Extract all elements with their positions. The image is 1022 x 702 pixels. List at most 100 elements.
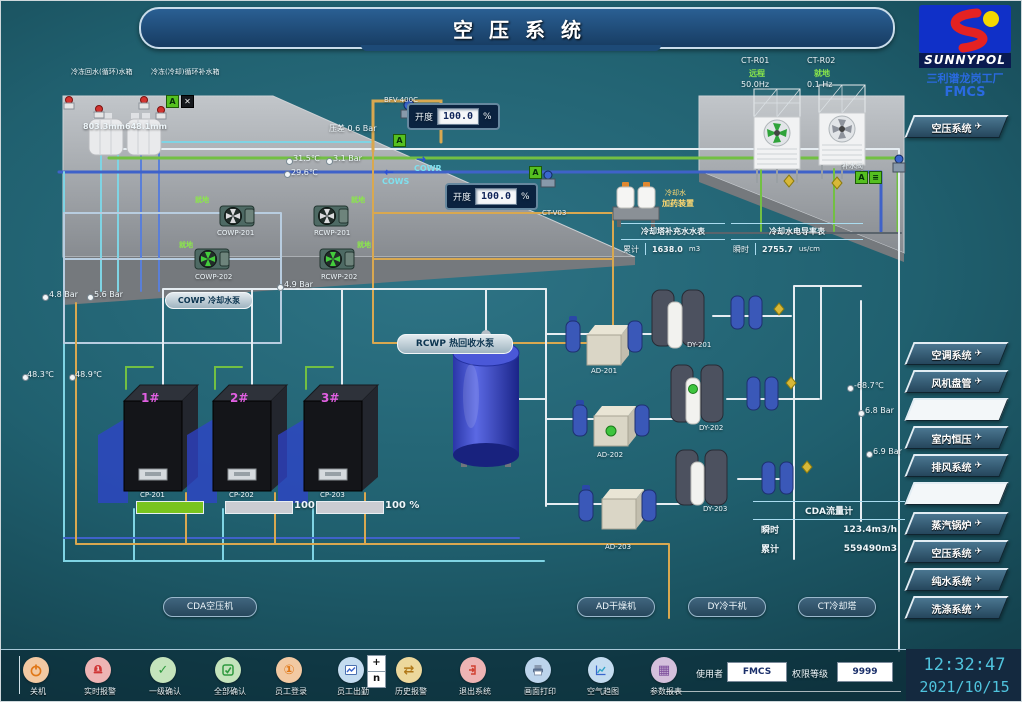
sidebar-item-air-compression[interactable]: 空压系统✈	[904, 540, 1008, 563]
nav-button-ad-dryer[interactable]: AD干燥机	[577, 597, 655, 617]
nav-button-ct-tower[interactable]: CT冷却塔	[798, 597, 876, 617]
pump-rcwp-202[interactable]	[320, 249, 354, 269]
compressor-tag: CP-202	[229, 491, 254, 499]
realtime-alarm-button[interactable]: 1	[85, 657, 111, 683]
history-alarm-button[interactable]: ⇄	[396, 657, 422, 683]
sidebar-item-washing[interactable]: 洗涤系统✈	[904, 596, 1008, 619]
pump-tag: COWP-202	[195, 273, 232, 281]
dy-dryer-2[interactable]	[671, 365, 723, 424]
toolbar-label: 全部确认	[198, 686, 262, 697]
final-filters-3[interactable]	[762, 461, 812, 494]
final-filters-2[interactable]	[747, 377, 796, 410]
display-value: 100.0	[437, 108, 479, 125]
ad-dryer-2[interactable]	[594, 406, 636, 446]
clock-panel: 12:32:47 2021/10/15	[906, 649, 1022, 702]
display-label: 开度	[415, 110, 433, 123]
pump-mode: 就地	[179, 240, 193, 250]
pump-mode: 就地	[351, 195, 365, 205]
page-title: 空压系统	[437, 14, 597, 43]
trend-button[interactable]	[588, 657, 614, 683]
company-logo	[919, 5, 1011, 53]
auto-mode-badge[interactable]: A	[166, 95, 179, 108]
first-confirm-button[interactable]: ✓	[150, 657, 176, 683]
shutdown-button[interactable]	[23, 657, 49, 683]
login-button[interactable]: ①	[276, 657, 302, 683]
meter-row-label: 累计	[623, 244, 639, 255]
ct-valve-tag: CT-V03	[542, 209, 566, 217]
nav-button-dy-dryer[interactable]: DY冷干机	[688, 597, 766, 617]
tank-level-2: 648.1mm	[125, 122, 167, 131]
user-input[interactable]: FMCS	[727, 662, 787, 682]
tower-frequency: 0.1 Hz	[807, 80, 832, 89]
toolbar-label: 员工登录	[259, 686, 323, 697]
final-filters-1[interactable]	[731, 296, 784, 329]
pump-group-plate-rcwp[interactable]: RCWP 热回收水泵	[397, 334, 513, 354]
sensor-reading: 4.8 Bar	[49, 290, 78, 299]
meter-row-label: 瞬时	[761, 523, 779, 536]
pump-cowp-201[interactable]	[220, 206, 254, 226]
pump-cowp-202[interactable]	[195, 249, 229, 269]
pipe-label-cowr: COWR	[414, 164, 442, 173]
prefilter-3[interactable]	[579, 485, 593, 521]
sidebar-item-boiler[interactable]: 蒸汽锅炉✈	[904, 512, 1008, 535]
pump-rcwp-201[interactable]	[314, 206, 348, 226]
dy-dryer-3[interactable]	[676, 450, 727, 505]
compressor-load-bar-1	[136, 501, 204, 514]
auto-mode-badge[interactable]: A	[529, 166, 542, 179]
stepper-up-button[interactable]: +	[367, 655, 386, 672]
clock-time: 12:32:47	[906, 655, 1022, 675]
toolbar-label: 实时报警	[68, 686, 132, 697]
sensor-reading: 6.8 Bar	[865, 406, 894, 415]
valve-opening-display-2: 开度 100.0 %	[445, 183, 538, 210]
postfilter-3[interactable]	[642, 490, 656, 521]
exit-system-button[interactable]	[460, 657, 486, 683]
compressor-number: 1#	[141, 391, 159, 405]
fan-status-badge[interactable]: ✕	[181, 95, 194, 108]
confirm-all-icon	[215, 657, 241, 683]
login-icon: ①	[276, 657, 302, 683]
jet-icon: ✈	[975, 461, 983, 471]
jet-icon: ✈	[975, 122, 983, 132]
sensor-dot	[87, 294, 94, 301]
menu-badge[interactable]: ≡	[869, 171, 882, 184]
postfilter-2[interactable]	[635, 405, 649, 436]
ad-dryer-tag: AD-201	[591, 367, 617, 375]
ad-dryer-3[interactable]	[602, 489, 644, 529]
meter-value: 1638.0	[652, 245, 683, 254]
nav-button-cda-compressor[interactable]: CDA空压机	[163, 597, 257, 617]
level-input[interactable]: 9999	[837, 662, 893, 682]
history-icon: ⇄	[396, 657, 422, 683]
prefilter-1[interactable]	[566, 316, 580, 352]
sidebar-item-fan-coil[interactable]: 风机盘管✈	[904, 370, 1008, 393]
sensor-dot	[42, 294, 49, 301]
pipe-actuator[interactable]	[893, 155, 905, 172]
auto-mode-badge[interactable]: A	[393, 134, 406, 147]
print-button[interactable]	[525, 657, 551, 683]
tower-mode: 远程	[749, 68, 765, 79]
prefilter-2[interactable]	[573, 400, 587, 436]
postfilter-1[interactable]	[628, 321, 642, 352]
top-nav-current-button[interactable]: 空压系统✈	[904, 115, 1008, 138]
dosing-unit[interactable]	[613, 182, 659, 227]
sidebar-item-blank-2[interactable]	[904, 482, 1008, 505]
makeup-tank-1[interactable]	[89, 113, 123, 155]
attendance-button[interactable]	[338, 657, 364, 683]
ad-dryer-1[interactable]	[587, 325, 629, 365]
pump-group-plate-cowp[interactable]: COWP 冷却水泵	[165, 292, 253, 309]
ad-dryer-tag: AD-202	[597, 451, 623, 459]
tank-level-1: 803.3mm	[83, 122, 125, 131]
sidebar-item-blank-1[interactable]	[904, 398, 1008, 421]
auto-mode-badge[interactable]: A	[855, 171, 868, 184]
jet-icon: ✈	[975, 603, 983, 613]
sidebar-item-pure-water[interactable]: 纯水系统✈	[904, 568, 1008, 591]
tank-label-right: 冷冻(冷却)循环补水箱	[151, 67, 219, 77]
meter-unit: us/cm	[799, 245, 820, 253]
dy-dryer-1[interactable]	[652, 290, 704, 348]
sidebar-item-exhaust[interactable]: 排风系统✈	[904, 454, 1008, 477]
confirm-all-button[interactable]	[215, 657, 241, 683]
trend-icon	[588, 657, 614, 683]
sidebar-item-room-pressure[interactable]: 室内恒压✈	[904, 426, 1008, 449]
sidebar-item-hvac[interactable]: 空调系统✈	[904, 342, 1008, 365]
check-icon: ✓	[150, 657, 176, 683]
report-button[interactable]: ▦	[651, 657, 677, 683]
